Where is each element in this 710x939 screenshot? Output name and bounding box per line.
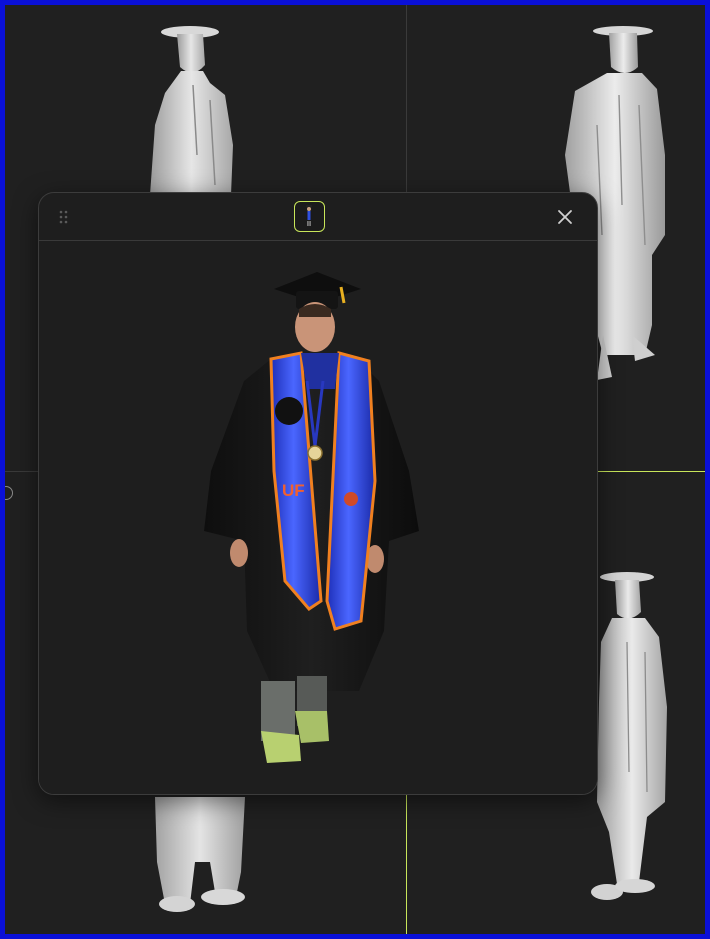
- person-scan-thumbnail-icon: [306, 205, 312, 226]
- active-viewport-indicator-vertical: [406, 795, 407, 934]
- preview-image-area: UF: [39, 241, 597, 794]
- thumbnail-tab[interactable]: [294, 201, 325, 232]
- stole-text: UF: [282, 481, 305, 500]
- graduate-photo: UF: [204, 272, 419, 763]
- image-preview-dialog: UF: [38, 192, 598, 795]
- dialog-header: [39, 193, 597, 241]
- drag-handle-icon[interactable]: [59, 210, 69, 224]
- close-icon[interactable]: [555, 207, 575, 227]
